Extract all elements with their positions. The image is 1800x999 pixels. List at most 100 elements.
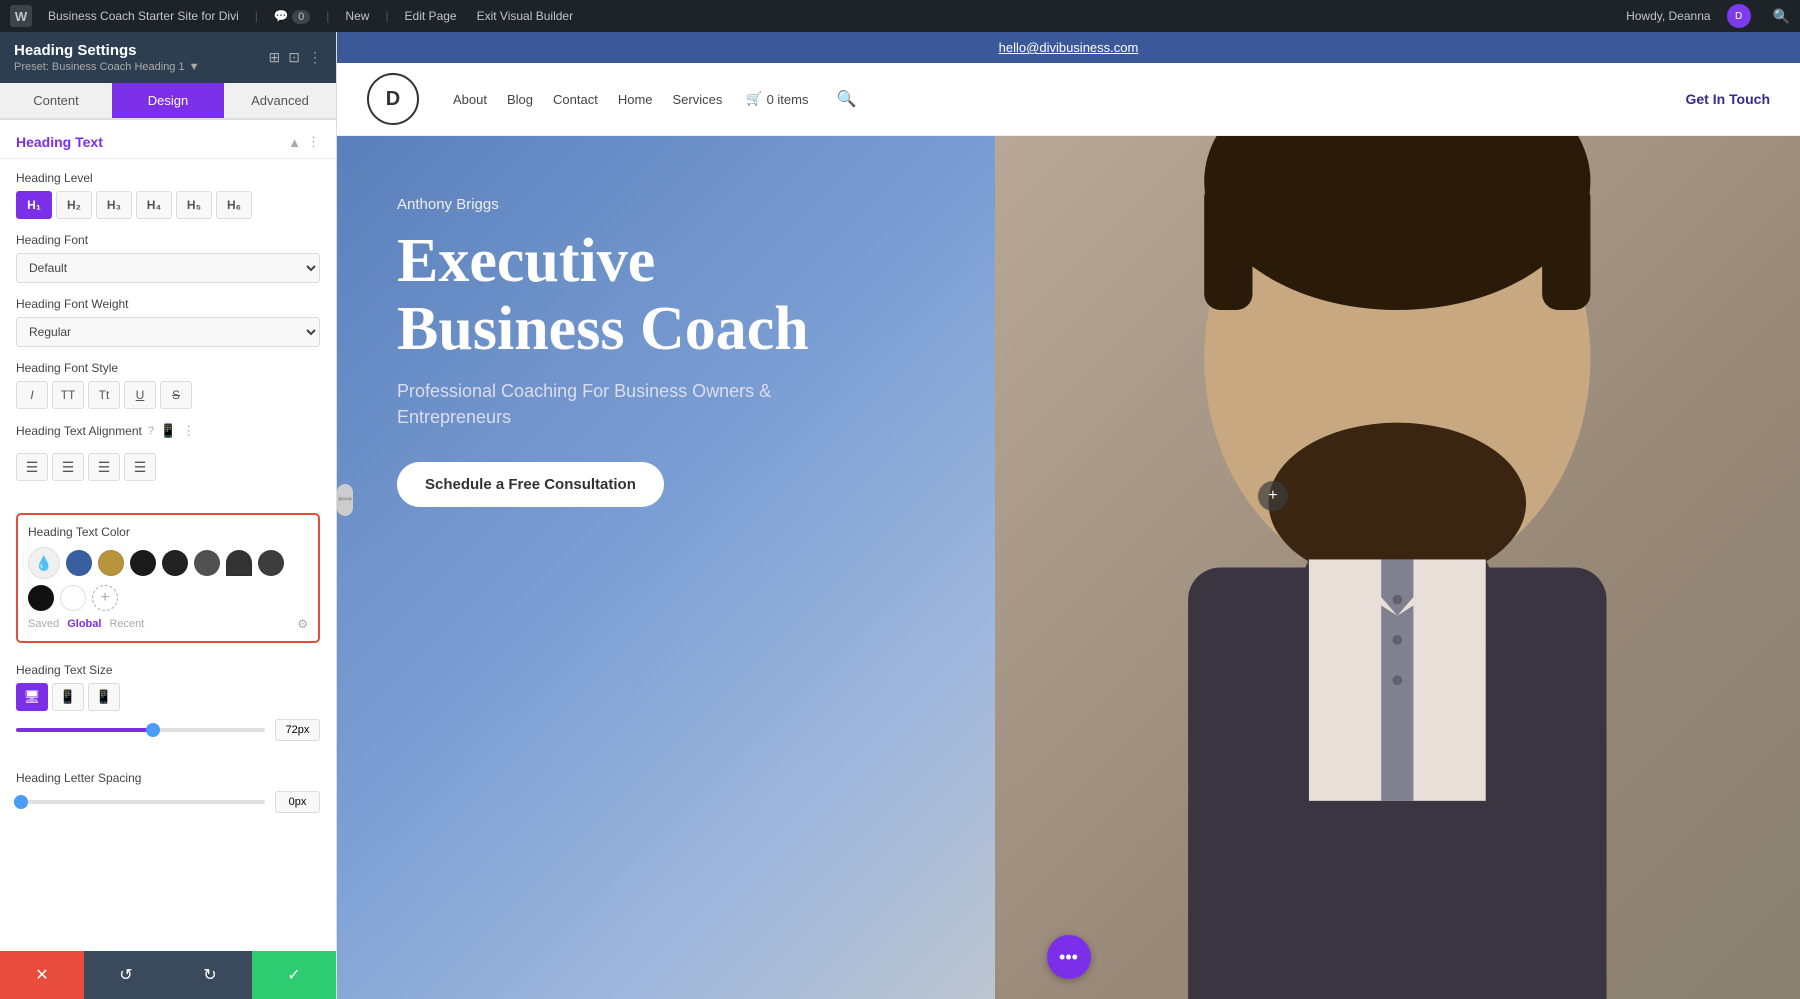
letter-spacing-input[interactable]: 0px (275, 791, 320, 813)
save-button[interactable]: ✓ (252, 951, 336, 999)
heading-text-color-label: Heading Text Color (28, 525, 308, 539)
panel-content: Heading Text ▲ ⋮ Heading Level H₁ H₂ H₃ … (0, 120, 336, 951)
divi-fab-button[interactable]: ••• (1047, 935, 1091, 979)
alignment-help-icon[interactable]: ? (148, 425, 154, 437)
heading-font-weight-select[interactable]: Regular (16, 317, 320, 347)
color-swatch-white[interactable] (60, 585, 86, 611)
color-tab-global[interactable]: Global (67, 618, 101, 630)
panel-expand-icon[interactable]: ⊡ (288, 49, 300, 66)
color-swatch-blue[interactable] (66, 550, 92, 576)
heading-font-style-label: Heading Font Style (16, 361, 320, 375)
admin-site-name[interactable]: Business Coach Starter Site for Divi (44, 9, 243, 23)
heading-font-select[interactable]: Default (16, 253, 320, 283)
heading-level-section: Heading Level H₁ H₂ H₃ H₄ H₅ H₆ Heading … (0, 159, 336, 505)
color-swatch-dark5[interactable] (258, 550, 284, 576)
h5-btn[interactable]: H₅ (176, 191, 212, 219)
hero-section: Anthony Briggs Executive Business Coach … (337, 136, 1800, 999)
h3-btn[interactable]: H₃ (96, 191, 132, 219)
nav-cart[interactable]: 🛒 0 items (746, 91, 808, 107)
resize-handle[interactable]: ⟺ (337, 484, 353, 516)
align-left-btn[interactable]: ☰ (16, 453, 48, 481)
align-justify-btn[interactable]: ☰ (124, 453, 156, 481)
site-logo[interactable]: D (367, 73, 419, 125)
cancel-button[interactable]: ✕ (0, 951, 84, 999)
color-tab-settings-icon[interactable]: ⚙ (297, 617, 308, 631)
add-element-button[interactable]: + (1258, 481, 1288, 511)
heading-text-size-label: Heading Text Size (16, 663, 320, 677)
nav-links: About Blog Contact Home Services (453, 92, 722, 107)
align-center-btn[interactable]: ☰ (52, 453, 84, 481)
h2-btn[interactable]: H₂ (56, 191, 92, 219)
color-swatch-dark3[interactable] (194, 550, 220, 576)
h6-btn[interactable]: H₆ (216, 191, 252, 219)
color-swatch-add[interactable]: + (92, 585, 118, 611)
hero-heading: Executive Business Coach (397, 227, 877, 363)
left-panel: Heading Settings Preset: Business Coach … (0, 32, 337, 999)
site-nav: D About Blog Contact Home Services 🛒 0 i… (337, 63, 1800, 136)
nav-cta[interactable]: Get In Touch (1685, 91, 1770, 107)
style-strikethrough-btn[interactable]: S (160, 381, 192, 409)
align-right-btn[interactable]: ☰ (88, 453, 120, 481)
letter-spacing-slider-track[interactable] (16, 800, 265, 804)
size-mobile-btn[interactable]: 📱 (88, 683, 120, 711)
text-size-slider-thumb[interactable] (146, 723, 160, 737)
letter-spacing-thumb[interactable] (14, 795, 28, 809)
heading-letter-spacing-label: Heading Letter Spacing (16, 771, 320, 785)
panel-settings-icon[interactable]: ⊞ (269, 49, 281, 66)
admin-new[interactable]: New (341, 9, 373, 23)
text-size-slider-fill (16, 728, 153, 732)
tab-advanced[interactable]: Advanced (224, 83, 336, 118)
tab-design[interactable]: Design (112, 83, 224, 118)
text-size-input[interactable]: 72px (275, 719, 320, 741)
text-size-slider-track[interactable] (16, 728, 265, 732)
heading-font-label: Heading Font (16, 233, 320, 247)
nav-search-icon[interactable]: 🔍 (836, 89, 856, 109)
text-size-slider-row: 72px (16, 719, 320, 741)
bottom-bar: ✕ ↺ ↻ ✓ (0, 951, 336, 999)
color-swatches-row2: + (28, 585, 308, 611)
wp-admin-bar: W Business Coach Starter Site for Divi |… (0, 0, 1800, 32)
hero-cta-button[interactable]: Schedule a Free Consultation (397, 462, 664, 507)
color-swatch-gold[interactable] (98, 550, 124, 576)
panel-more-icon[interactable]: ⋮ (308, 49, 322, 66)
undo-button[interactable]: ↺ (84, 951, 168, 999)
user-avatar[interactable]: D (1727, 4, 1751, 28)
admin-search-icon[interactable]: 🔍 (1773, 8, 1790, 25)
admin-edit-page[interactable]: Edit Page (401, 9, 461, 23)
tab-content[interactable]: Content (0, 83, 112, 118)
h1-btn[interactable]: H₁ (16, 191, 52, 219)
color-swatch-dark6[interactable] (28, 585, 54, 611)
admin-exit-builder[interactable]: Exit Visual Builder (473, 9, 578, 23)
section-collapse-icon[interactable]: ▲ (288, 135, 301, 150)
redo-button[interactable]: ↻ (168, 951, 252, 999)
color-swatch-dark4[interactable] (226, 550, 252, 576)
email-link[interactable]: hello@divibusiness.com (999, 40, 1139, 55)
style-underline-btn[interactable]: U (124, 381, 156, 409)
size-tablet-btn[interactable]: 📱 (52, 683, 84, 711)
alignment-buttons: ☰ ☰ ☰ ☰ (16, 453, 320, 481)
heading-alignment-label: Heading Text Alignment (16, 424, 142, 438)
section-more-icon[interactable]: ⋮ (307, 134, 320, 150)
style-italic-btn[interactable]: I (16, 381, 48, 409)
panel-title: Heading Settings (14, 42, 200, 59)
nav-blog[interactable]: Blog (507, 92, 533, 107)
color-swatch-dark1[interactable] (130, 550, 156, 576)
color-tab-recent[interactable]: Recent (109, 618, 144, 630)
admin-comments[interactable]: 💬 0 (270, 9, 314, 23)
wp-logo-icon[interactable]: W (10, 5, 32, 27)
heading-text-alignment-row: Heading Text Alignment ? 📱 ⋮ (16, 423, 320, 439)
nav-home[interactable]: Home (618, 92, 653, 107)
nav-about[interactable]: About (453, 92, 487, 107)
nav-contact[interactable]: Contact (553, 92, 598, 107)
size-device-buttons: 🖥 📱 📱 (16, 683, 320, 711)
size-desktop-btn[interactable]: 🖥 (16, 683, 48, 711)
alignment-more-icon[interactable]: ⋮ (182, 423, 195, 439)
style-capitalize-btn[interactable]: Tt (88, 381, 120, 409)
alignment-device-icon[interactable]: 📱 (160, 423, 176, 439)
h4-btn[interactable]: H₄ (136, 191, 172, 219)
eyedropper-icon[interactable]: 💧 (28, 547, 60, 579)
style-uppercase-btn[interactable]: TT (52, 381, 84, 409)
nav-services[interactable]: Services (673, 92, 723, 107)
color-tab-saved[interactable]: Saved (28, 618, 59, 630)
color-swatch-dark2[interactable] (162, 550, 188, 576)
